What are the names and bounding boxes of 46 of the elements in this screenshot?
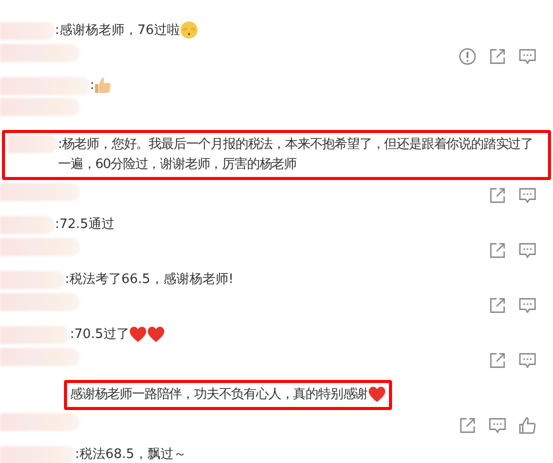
comment-text: :感谢杨老师，76过啦 — [55, 21, 198, 41]
heart-icon — [129, 326, 148, 343]
share-icon — [488, 241, 507, 260]
comment-icon — [518, 47, 537, 66]
redacted-name — [8, 135, 58, 153]
share-button[interactable] — [488, 296, 507, 315]
comment-icon — [518, 296, 537, 315]
like-button[interactable] — [518, 416, 537, 435]
thumbs-up-icon — [94, 76, 112, 94]
share-icon — [488, 186, 507, 205]
comment-text: :72.5通过 — [55, 216, 114, 234]
reply-button[interactable] — [518, 296, 537, 315]
comment-text: 感谢杨老师一路陪伴，功夫不负有心人，真的特别感谢 — [70, 385, 386, 405]
redacted-name — [0, 271, 65, 289]
share-button[interactable] — [488, 186, 507, 205]
comment-icon — [518, 351, 537, 370]
share-button[interactable] — [488, 351, 507, 370]
share-icon — [488, 296, 507, 315]
redacted-name — [0, 22, 55, 40]
report-button[interactable] — [458, 47, 477, 66]
share-icon — [488, 351, 507, 370]
redacted-name — [0, 326, 70, 344]
warning-icon — [458, 47, 477, 66]
redacted-name — [0, 216, 55, 234]
comment-text: :税法68.5，飘过～ — [75, 446, 186, 463]
reply-button[interactable] — [488, 416, 507, 435]
covered-face-icon — [180, 21, 198, 40]
share-icon — [488, 47, 507, 66]
comment-icon — [488, 416, 507, 435]
reply-button[interactable] — [518, 186, 537, 205]
thumbs-up-icon — [518, 416, 537, 435]
share-button[interactable] — [488, 241, 507, 260]
heart-icon — [147, 326, 166, 343]
comment-text: :70.5过了 — [70, 325, 166, 345]
comment-icon — [518, 241, 537, 260]
share-button[interactable] — [458, 416, 477, 435]
share-button[interactable] — [488, 47, 507, 66]
reply-button[interactable] — [518, 351, 537, 370]
comment-text: :税法考了66.5，感谢杨老师! — [65, 271, 234, 289]
reply-button[interactable] — [518, 47, 537, 66]
comment-text: : — [90, 76, 112, 96]
comment-text: :杨老师，您好。我最后一个月报的税法，本来不抱希望了，但还是跟着你说的踏实过了一遍，60分险过，谢谢老师，厉害的杨老师 — [58, 136, 534, 174]
share-icon — [458, 416, 477, 435]
heart-icon — [368, 386, 386, 403]
comment-icon — [518, 186, 537, 205]
reply-button[interactable] — [518, 241, 537, 260]
